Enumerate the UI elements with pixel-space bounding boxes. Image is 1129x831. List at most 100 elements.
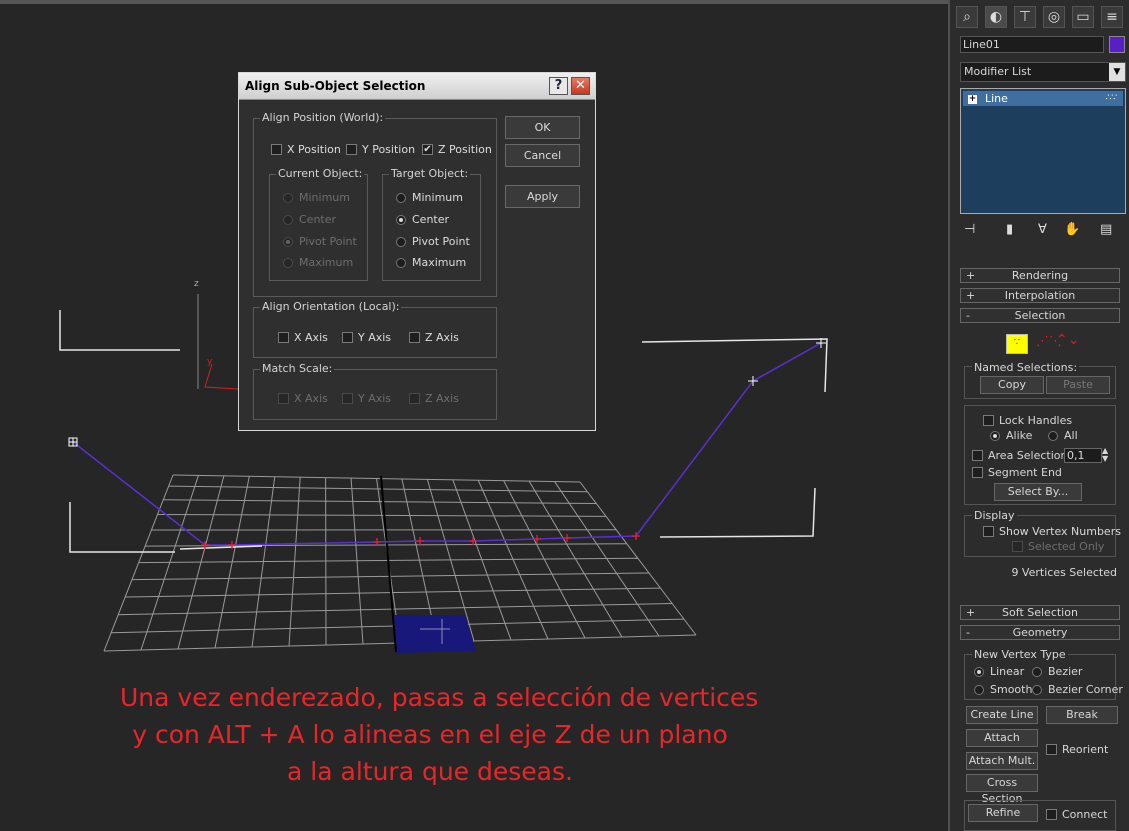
- rollout-interpolation[interactable]: + Interpolation: [960, 288, 1120, 303]
- object-name-field[interactable]: Line01: [960, 36, 1104, 53]
- show-vertex-numbers-checkbox[interactable]: Show Vertex Numbers: [983, 525, 1121, 538]
- rollout-soft-selection[interactable]: + Soft Selection: [960, 605, 1120, 620]
- orient-y-label: Y Axis: [358, 331, 392, 344]
- help-button[interactable]: ?: [549, 77, 568, 95]
- configure-sets-icon[interactable]: ▤: [1100, 222, 1112, 237]
- close-button[interactable]: ✕: [571, 77, 590, 95]
- current-minimum-radio[interactable]: Minimum: [283, 191, 350, 204]
- rollout-geometry[interactable]: - Geometry: [960, 625, 1120, 640]
- break-button[interactable]: Break: [1046, 706, 1118, 724]
- lock-handles-label: Lock Handles: [999, 414, 1073, 427]
- cross-section-button[interactable]: Cross Section: [966, 774, 1038, 805]
- alike-radio[interactable]: Alike: [990, 429, 1032, 442]
- checkbox-box: [278, 332, 289, 343]
- y-position-label: Y Position: [362, 143, 416, 156]
- stack-item-line[interactable]: + Line ∴∵: [963, 91, 1123, 106]
- attach-mult-button[interactable]: Attach Mult.: [966, 752, 1038, 770]
- hierarchy-tab-icon[interactable]: ⊤: [1014, 6, 1036, 28]
- pin-stack-icon[interactable]: ⊣: [964, 222, 975, 237]
- radio-circle: [283, 214, 293, 225]
- x-position-checkbox[interactable]: X Position: [271, 143, 341, 156]
- linear-label: Linear: [990, 665, 1025, 678]
- create-tab-icon[interactable]: ⌕: [956, 6, 978, 28]
- lock-handles-checkbox[interactable]: Lock Handles: [983, 414, 1072, 427]
- collapse-sign: -: [966, 309, 970, 322]
- current-maximum-radio[interactable]: Maximum: [283, 256, 353, 269]
- align-sub-object-dialog: Align Sub-Object Selection ? ✕ Align Pos…: [238, 72, 596, 431]
- checkbox-box: [983, 415, 994, 426]
- paste-button[interactable]: Paste: [1046, 376, 1110, 394]
- bezier-radio[interactable]: Bezier: [1032, 665, 1082, 678]
- display-label: Display: [972, 509, 1017, 522]
- vertex-level-icon[interactable]: ∵: [1006, 334, 1028, 354]
- scale-x-axis-checkbox[interactable]: X Axis: [278, 392, 328, 405]
- expand-sign: +: [966, 269, 976, 282]
- expand-sign: +: [966, 289, 976, 302]
- modifier-stack[interactable]: + Line ∴∵: [960, 88, 1126, 214]
- apply-button[interactable]: Apply: [505, 185, 580, 208]
- remove-modifier-icon[interactable]: ✋: [1064, 222, 1080, 237]
- dialog-titlebar[interactable]: Align Sub-Object Selection ? ✕: [239, 73, 595, 100]
- show-end-result-icon[interactable]: ▮: [1006, 222, 1013, 237]
- ok-button[interactable]: OK: [505, 116, 580, 139]
- target-maximum-radio[interactable]: Maximum: [396, 256, 466, 269]
- radio-circle-selected: [396, 214, 406, 225]
- match-scale-group: Match Scale: X Axis Y Axis Z Axis: [253, 362, 497, 420]
- rollout-rendering[interactable]: + Rendering: [960, 268, 1120, 283]
- current-object-label: Current Object:: [276, 167, 365, 180]
- area-selection-spinner[interactable]: 0,1: [1064, 448, 1102, 463]
- connect-checkbox[interactable]: Connect: [1046, 808, 1107, 821]
- collapse-sign: -: [966, 626, 970, 639]
- select-by-button[interactable]: Select By...: [994, 483, 1082, 501]
- area-selection-label: Area Selection:: [988, 449, 1072, 462]
- bezier-corner-radio[interactable]: Bezier Corner: [1032, 683, 1123, 696]
- target-center-radio[interactable]: Center: [396, 213, 449, 226]
- align-orientation-group: Align Orientation (Local): X Axis Y Axis…: [253, 300, 497, 358]
- chevron-down-icon[interactable]: ▼: [1109, 63, 1125, 81]
- blue-plane[interactable]: [394, 615, 476, 653]
- attach-button[interactable]: Attach: [966, 729, 1038, 747]
- all-radio[interactable]: All: [1048, 429, 1078, 442]
- z-position-checkbox[interactable]: ✔ Z Position: [422, 143, 492, 156]
- linear-radio[interactable]: Linear: [974, 665, 1024, 678]
- current-pivot-point-radio[interactable]: Pivot Point: [283, 235, 357, 248]
- make-unique-icon[interactable]: ∀: [1038, 222, 1047, 237]
- copy-button[interactable]: Copy: [980, 376, 1044, 394]
- rollout-selection[interactable]: - Selection: [960, 308, 1120, 323]
- orient-z-axis-checkbox[interactable]: Z Axis: [409, 331, 459, 344]
- y-position-checkbox[interactable]: Y Position: [346, 143, 415, 156]
- create-line-button[interactable]: Create Line: [966, 706, 1038, 724]
- utilities-tab-icon[interactable]: ≡: [1101, 6, 1123, 28]
- smooth-radio[interactable]: Smooth: [974, 683, 1032, 696]
- display-tab-icon[interactable]: ▭: [1072, 6, 1094, 28]
- object-color-swatch[interactable]: [1109, 36, 1125, 53]
- new-vertex-type-label: New Vertex Type: [972, 648, 1068, 661]
- spline-level-icon[interactable]: ⌃⌄: [1056, 332, 1079, 348]
- checkbox-box: [983, 526, 994, 537]
- target-minimum-radio[interactable]: Minimum: [396, 191, 463, 204]
- scale-y-axis-checkbox[interactable]: Y Axis: [342, 392, 391, 405]
- target-object-group: Target Object: Minimum Center Pivot Poin…: [382, 167, 481, 281]
- orient-x-axis-checkbox[interactable]: X Axis: [278, 331, 328, 344]
- current-center-radio[interactable]: Center: [283, 213, 336, 226]
- modify-tab-icon[interactable]: ◐: [985, 6, 1007, 28]
- scale-z-axis-checkbox[interactable]: Z Axis: [409, 392, 459, 405]
- motion-tab-icon[interactable]: ◎: [1043, 6, 1065, 28]
- modifier-list-dropdown[interactable]: Modifier List ▼: [960, 62, 1126, 82]
- bounding-box-right: [641, 338, 828, 393]
- match-scale-label: Match Scale:: [260, 362, 335, 375]
- expand-icon[interactable]: +: [968, 95, 977, 104]
- reorient-checkbox[interactable]: Reorient: [1046, 743, 1108, 756]
- radio-circle: [283, 257, 293, 268]
- target-pivot-point-radio[interactable]: Pivot Point: [396, 235, 470, 248]
- selected-only-checkbox[interactable]: Selected Only: [1012, 540, 1104, 553]
- tutorial-caption: Una vez enderezado, pasas a selección de…: [120, 679, 758, 790]
- spinner-arrows-icon[interactable]: ▲ ▼: [1102, 447, 1108, 463]
- segment-end-checkbox[interactable]: Segment End: [972, 466, 1062, 479]
- area-selection-checkbox[interactable]: Area Selection:: [972, 449, 1071, 462]
- radio-label: Center: [412, 213, 450, 226]
- orient-y-axis-checkbox[interactable]: Y Axis: [342, 331, 391, 344]
- radio-label: Center: [299, 213, 337, 226]
- cancel-button[interactable]: Cancel: [505, 144, 580, 167]
- refine-button[interactable]: Refine: [968, 804, 1038, 822]
